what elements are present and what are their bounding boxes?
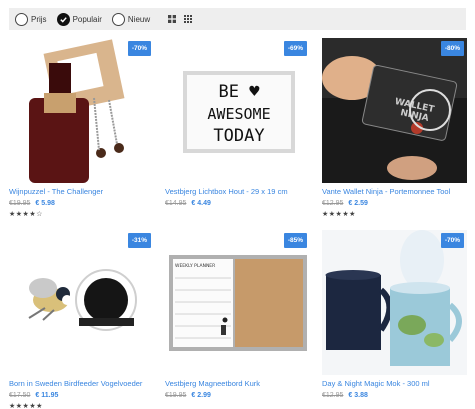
product-title-link[interactable]: Born in Sweden Birdfeeder Vogelvoeder <box>9 379 154 388</box>
star-rating: ★★★★☆ <box>9 211 43 218</box>
old-price: €17.50 <box>9 392 31 399</box>
sale-price: € 2.99 <box>191 392 211 399</box>
lightbox-line-3: TODAY <box>213 126 264 146</box>
grid-small-icon[interactable] <box>184 15 193 23</box>
product-card[interactable]: -31% Born in Sweden Birdfeeder Vogelvoed… <box>9 230 154 409</box>
discount-badge: -80% <box>440 41 464 56</box>
sale-price: € 5.98 <box>35 200 55 207</box>
discount-badge: -31% <box>127 233 151 248</box>
price-row: €19.95 € 5.98 <box>9 200 154 207</box>
sale-price: € 3.88 <box>348 392 368 399</box>
sale-price: € 11.95 <box>35 392 59 399</box>
product-title-link[interactable]: Vestbjerg Lichtbox Hout - 29 x 19 cm <box>165 187 310 196</box>
price-row: €17.50 € 11.95 <box>9 392 154 399</box>
sort-radio-populair[interactable]: Populair <box>56 12 102 26</box>
product-image-wallet-ninja[interactable]: WALLET NINJA -80% <box>322 38 467 183</box>
product-image-magic-mug[interactable]: -70% <box>322 230 467 375</box>
product-card[interactable]: -70% Wijnpuzzel - The Challenger €19.95 … <box>9 38 154 218</box>
product-image-magnet-board[interactable]: WEEKLY PLANNER -85% <box>165 230 310 375</box>
sort-filter-bar: Prijs Populair Nieuw <box>9 8 466 30</box>
planner-heading: WEEKLY PLANNER <box>175 263 215 269</box>
product-image-birdfeeder[interactable]: -31% <box>9 230 154 375</box>
star-rating: ★★★★★ <box>9 403 43 409</box>
price-row: €12.95 € 3.88 <box>322 392 467 399</box>
discount-badge: -85% <box>283 233 307 248</box>
lightbox-line-2: AWESOME <box>207 105 270 123</box>
discount-badge: -70% <box>127 41 151 56</box>
price-row: €14.95 € 4.49 <box>165 200 310 207</box>
sort-label-prijs: Prijs <box>31 14 47 24</box>
product-title-link[interactable]: Wijnpuzzel - The Challenger <box>9 187 154 196</box>
grid-large-icon[interactable] <box>168 15 177 23</box>
lightbox-line-1: BE ♥ <box>219 82 261 102</box>
sort-label-nieuw: Nieuw <box>127 14 151 24</box>
radio-unchecked-icon <box>111 12 125 26</box>
product-card[interactable]: WALLET NINJA -80% Vante Wallet Ninja - P… <box>322 38 467 218</box>
old-price: €12.95 <box>322 392 344 399</box>
radio-checked-icon <box>56 12 70 26</box>
old-price: €19.95 <box>9 200 31 207</box>
product-title-link[interactable]: Day & Night Magic Mok - 300 ml <box>322 379 467 388</box>
product-card[interactable]: WEEKLY PLANNER -85% Vestbjerg Magneetbor… <box>165 230 310 399</box>
star-rating: ★★★★★ <box>322 211 356 218</box>
old-price: €19.95 <box>165 392 187 399</box>
product-image-wine-puzzle[interactable]: -70% <box>9 38 154 183</box>
radio-unchecked-icon <box>15 12 28 26</box>
old-price: €12.95 <box>322 200 344 207</box>
product-card[interactable]: BE ♥ AWESOME TODAY -69% Vestbjerg Lichtb… <box>165 38 310 207</box>
price-row: €19.95 € 2.99 <box>165 392 310 399</box>
discount-badge: -69% <box>283 41 307 56</box>
product-title-link[interactable]: Vante Wallet Ninja - Portemonnee Tool <box>322 187 467 196</box>
discount-badge: -70% <box>440 233 464 248</box>
sale-price: € 2.59 <box>348 200 368 207</box>
product-card[interactable]: -70% Day & Night Magic Mok - 300 ml €12.… <box>322 230 467 399</box>
sort-radio-nieuw[interactable]: Nieuw <box>111 12 151 26</box>
price-row: €12.95 € 2.59 <box>322 200 467 207</box>
product-image-lightbox[interactable]: BE ♥ AWESOME TODAY -69% <box>165 38 310 183</box>
old-price: €14.95 <box>165 200 187 207</box>
sale-price: € 4.49 <box>191 200 211 207</box>
sort-radio-prijs[interactable]: Prijs <box>15 12 47 26</box>
product-title-link[interactable]: Vestbjerg Magneetbord Kurk <box>165 379 310 388</box>
sort-label-populair: Populair <box>72 14 102 24</box>
